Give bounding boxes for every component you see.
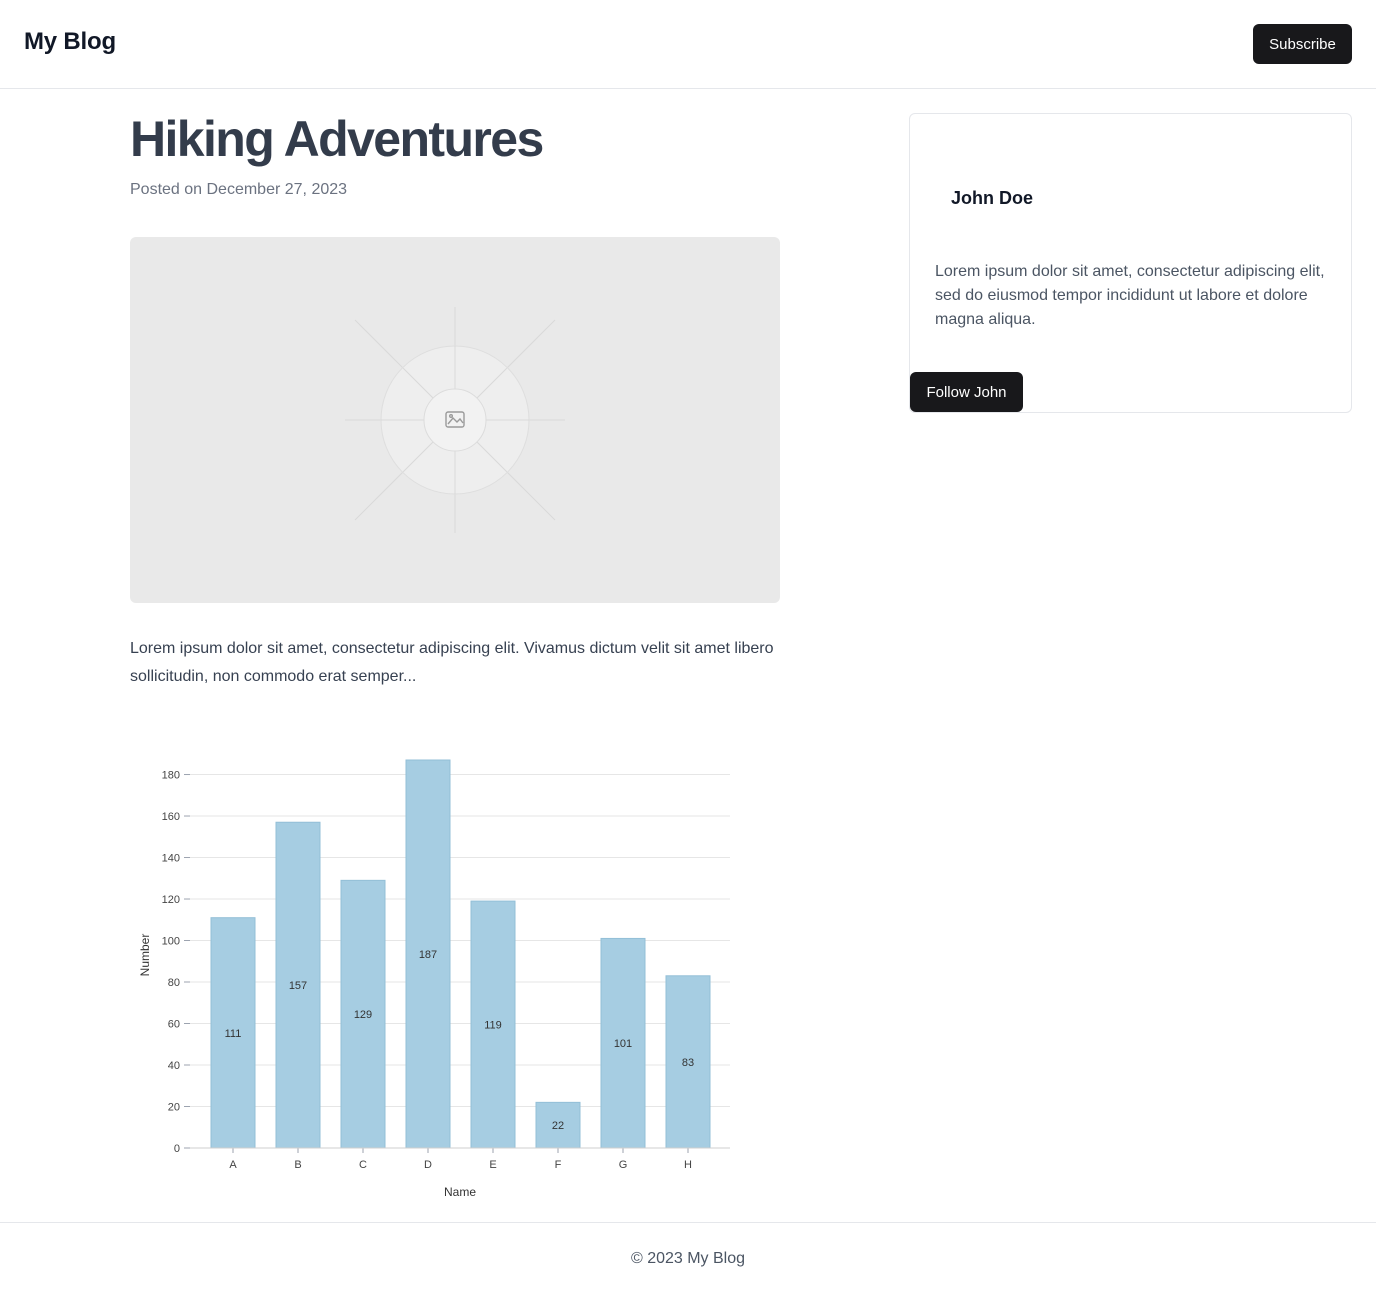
x-tick-label: A	[229, 1159, 237, 1171]
site-brand[interactable]: My Blog	[24, 28, 116, 56]
bar-value-label: 111	[225, 1028, 242, 1040]
x-tick-label: D	[424, 1159, 432, 1171]
y-tick-label: 0	[174, 1143, 180, 1155]
post-image-placeholder	[130, 237, 780, 603]
y-tick-label: 140	[162, 853, 180, 865]
subscribe-button[interactable]: Subscribe	[1253, 24, 1352, 64]
x-tick-label: B	[294, 1159, 301, 1171]
y-tick-label: 40	[168, 1060, 180, 1072]
bar-value-label: 83	[682, 1057, 694, 1069]
bar-chart: 0 20 40 60 80 100 120 140 160 180 111 A 157 B 129 C 187 D…	[138, 759, 730, 1199]
x-tick-label: H	[684, 1159, 692, 1171]
bar-value-label: 22	[552, 1120, 564, 1132]
y-tick-label: 100	[162, 936, 180, 948]
bar-value-label: 101	[614, 1038, 632, 1050]
y-tick-label: 80	[168, 977, 180, 989]
x-tick-label: C	[359, 1159, 367, 1171]
y-tick-label: 180	[162, 770, 180, 782]
x-axis-label: Name	[444, 1185, 476, 1199]
bar-value-label: 157	[289, 980, 307, 992]
x-tick-label: F	[555, 1159, 562, 1171]
image-placeholder-graphic	[345, 307, 565, 533]
x-tick-label: G	[619, 1159, 628, 1171]
footer-copyright: © 2023 My Blog	[630, 1250, 746, 1267]
y-tick-label: 160	[162, 811, 180, 823]
bar-value-label: 119	[484, 1020, 502, 1032]
follow-button[interactable]: Follow John	[910, 372, 1023, 412]
author-card: John Doe Lorem ipsum dolor sit amet, con…	[909, 113, 1352, 413]
y-tick-label: 20	[168, 1102, 180, 1114]
y-axis-label: Number	[138, 934, 152, 977]
x-tick-label: E	[489, 1159, 496, 1171]
post-body: Lorem ipsum dolor sit amet, consectetur …	[130, 640, 774, 685]
bar-value-label: 129	[354, 1009, 372, 1021]
y-tick-label: 60	[168, 1019, 180, 1031]
post-date: Posted on December 27, 2023	[130, 181, 348, 198]
author-name: John Doe	[951, 188, 1034, 208]
author-bio: Lorem ipsum dolor sit amet, consectetur …	[935, 263, 1325, 328]
site-footer: © 2023 My Blog	[0, 1222, 1376, 1295]
post-title: Hiking Adventures	[130, 111, 544, 167]
site-header: My Blog Subscribe	[0, 0, 1376, 89]
y-tick-label: 120	[162, 894, 180, 906]
bar-value-label: 187	[419, 949, 437, 961]
